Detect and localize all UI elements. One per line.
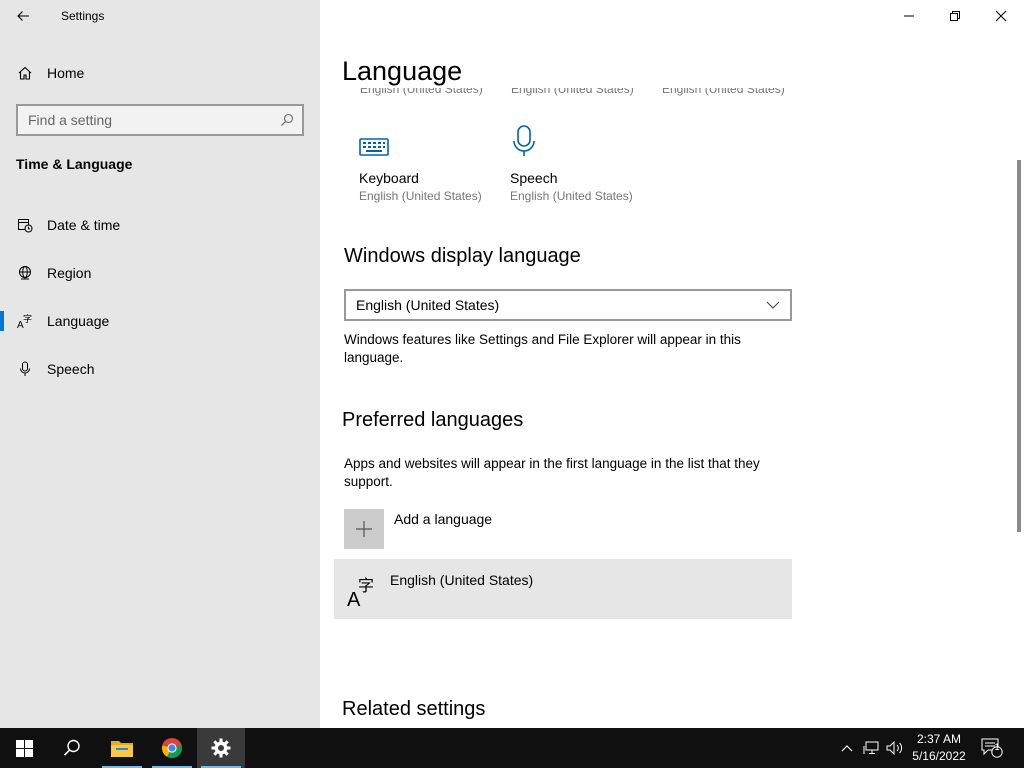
network-button[interactable] <box>860 728 882 768</box>
tile-title: Keyboard <box>359 170 419 186</box>
svg-text:字: 字 <box>358 576 374 595</box>
back-button[interactable] <box>0 0 46 32</box>
taskbar: 2:37 AM 5/16/2022 1 <box>0 728 1024 768</box>
page-title: Language <box>342 56 463 86</box>
title-bar-left: Settings <box>0 0 320 32</box>
dropdown-value: English (United States) <box>356 297 500 313</box>
microphone-icon <box>17 361 33 377</box>
taskbar-file-explorer[interactable] <box>98 728 146 768</box>
windows-logo-icon <box>15 739 33 757</box>
taskbar-search-button[interactable] <box>48 728 96 768</box>
window-controls <box>886 0 1024 32</box>
restore-button[interactable] <box>932 0 978 32</box>
scrollbar[interactable] <box>1017 160 1021 532</box>
search-icon <box>63 739 80 756</box>
preferred-languages-description: Apps and websites will appear in the fir… <box>344 456 760 489</box>
home-label: Home <box>47 65 85 81</box>
section-heading: Time & Language <box>16 156 133 172</box>
preferred-language-item[interactable]: A 字 English (United States) <box>334 559 792 619</box>
keyboard-icon <box>359 122 499 158</box>
search-icon[interactable] <box>276 113 298 127</box>
calendar-clock-icon <box>17 217 33 233</box>
tile-title: Speech <box>510 170 558 186</box>
close-icon <box>995 10 1007 22</box>
language-icon: A 字 <box>346 573 386 613</box>
restore-icon <box>950 11 960 21</box>
taskbar-chrome[interactable] <box>148 728 196 768</box>
tile-speech[interactable]: Speech English (United States) <box>510 122 650 203</box>
tile-subtitle: English (United States) <box>360 88 483 96</box>
volume-button[interactable] <box>884 728 906 768</box>
chrome-icon <box>161 738 183 759</box>
sidebar-item-region[interactable]: Region <box>0 253 320 293</box>
back-arrow-icon <box>17 11 29 21</box>
sidebar: Settings Home Time & Language Date & tim… <box>0 0 320 728</box>
add-language-label: Add a language <box>394 511 493 527</box>
tile-keyboard[interactable]: Keyboard English (United States) <box>359 122 499 203</box>
sidebar-item-speech[interactable]: Speech <box>0 349 320 389</box>
sidebar-item-language[interactable]: A字 Language <box>0 301 320 341</box>
language-icon: A字 <box>17 313 33 329</box>
speaker-icon <box>886 741 903 755</box>
tile-subtitle: English (United States) <box>511 88 634 96</box>
chevron-up-icon <box>841 745 853 752</box>
chevron-down-icon <box>766 301 780 309</box>
clock-date: 5/16/2022 <box>912 749 966 763</box>
start-button[interactable] <box>0 728 48 768</box>
sidebar-item-label: Date & time <box>47 217 121 233</box>
clock-time: 2:37 AM <box>916 732 962 746</box>
search-box[interactable] <box>16 104 304 136</box>
preferred-languages-heading: Preferred languages <box>342 409 524 431</box>
display-language-heading: Windows display language <box>344 245 581 267</box>
svg-text:字: 字 <box>23 313 32 325</box>
action-center-button[interactable]: 1 <box>980 728 1004 768</box>
microphone-icon <box>510 122 650 158</box>
notification-count: 1 <box>994 742 1000 752</box>
language-name: English (United States) <box>390 572 534 588</box>
tile-subtitle: English (United States) <box>510 189 633 203</box>
folder-icon <box>111 741 133 757</box>
minimize-icon <box>904 15 914 17</box>
sidebar-item-label: Speech <box>47 361 95 377</box>
tile-subtitle: English (United States) <box>662 88 785 96</box>
home-icon <box>17 65 33 81</box>
sidebar-item-label: Language <box>47 313 110 329</box>
globe-icon <box>17 265 33 281</box>
gear-icon <box>211 738 231 758</box>
clipped-tile-subtitles: English (United States) English (United … <box>360 88 800 102</box>
add-language-button[interactable]: Add a language <box>344 509 492 549</box>
taskbar-clock[interactable]: 2:37 AM 5/16/2022 <box>906 731 972 765</box>
display-language-description: Windows features like Settings and File … <box>344 332 741 365</box>
sidebar-item-date-time[interactable]: Date & time <box>0 205 320 245</box>
search-input[interactable] <box>18 112 276 128</box>
plus-icon <box>344 509 384 549</box>
nav-home[interactable]: Home <box>0 57 320 89</box>
close-button[interactable] <box>978 0 1024 32</box>
tile-subtitle: English (United States) <box>359 189 482 203</box>
related-settings-heading: Related settings <box>342 698 486 720</box>
network-icon <box>863 741 879 754</box>
sidebar-item-label: Region <box>47 265 92 281</box>
show-hidden-icons-button[interactable] <box>837 728 857 768</box>
app-title: Settings <box>61 9 105 23</box>
display-language-dropdown[interactable]: English (United States) <box>344 289 792 321</box>
minimize-button[interactable] <box>886 0 932 32</box>
taskbar-settings[interactable] <box>197 728 245 768</box>
